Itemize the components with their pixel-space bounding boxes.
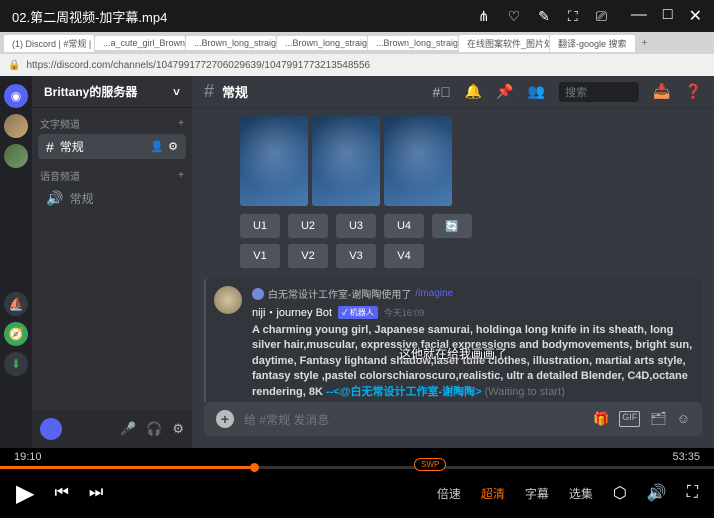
hash-icon: # xyxy=(204,81,214,102)
upscale-button[interactable]: U2 xyxy=(288,214,328,238)
progress-bar[interactable]: SWP xyxy=(0,466,714,469)
lock-icon: 🔒 xyxy=(8,60,20,71)
pinned-icon[interactable]: 📌 xyxy=(496,83,513,100)
input-placeholder: 给 #常规 发消息 xyxy=(244,411,583,428)
notifications-icon[interactable]: 🔔 xyxy=(465,83,482,100)
bot-tag: ✓ 机器人 xyxy=(338,306,378,319)
note-icon[interactable]: ✎ xyxy=(538,8,550,25)
upscale-button[interactable]: U4 xyxy=(384,214,424,238)
message-author[interactable]: niji・journey Bot xyxy=(252,304,332,320)
variation-button[interactable]: V2 xyxy=(288,244,328,268)
chevron-down-icon: ˅ xyxy=(173,85,180,99)
user-settings-icon[interactable]: ⚙ xyxy=(172,421,184,437)
message-time: 今天16:09 xyxy=(384,306,425,319)
browser-tab[interactable]: 翻译-google 搜索 xyxy=(550,35,635,52)
browser-tab[interactable]: ...Brown_long_straight_hair_mo... xyxy=(186,36,276,50)
emoji-icon[interactable]: ☺ xyxy=(677,411,690,427)
channel-item[interactable]: 🔊 常规 xyxy=(38,186,186,211)
address-url[interactable]: https://discord.com/channels/10479917727… xyxy=(26,60,706,71)
variation-button[interactable]: V1 xyxy=(240,244,280,268)
swp-badge: SWP xyxy=(414,458,446,471)
bot-avatar[interactable] xyxy=(214,286,242,314)
settings-icon[interactable]: ⬡ xyxy=(613,483,627,503)
generated-image xyxy=(240,116,308,206)
threads-icon[interactable]: #⃣ xyxy=(433,84,451,100)
speed-button[interactable]: 倍速 xyxy=(437,485,461,502)
guild-list: ◉ 的服务器 的服务 ⛵ 🧭 ⬇ xyxy=(0,76,32,448)
window-title: 02.第二周视频-加字幕.mp4 xyxy=(12,7,478,26)
browser-tab[interactable]: ...Brown_long_straight_hair_mo... xyxy=(368,36,458,50)
settings-icon[interactable]: ⚙ xyxy=(168,140,178,153)
share-icon[interactable]: ⋔ xyxy=(478,8,490,25)
sticker-icon[interactable]: 🗂 xyxy=(650,411,667,427)
episodes-button[interactable]: 选集 xyxy=(569,485,593,502)
explore-icon[interactable]: 🧭 xyxy=(4,322,28,346)
prev-button[interactable]: ⏮ xyxy=(54,484,68,502)
hash-icon: # xyxy=(46,139,54,155)
fullscreen-icon[interactable]: ⛶ xyxy=(687,484,698,502)
message-input[interactable]: + 给 #常规 发消息 🎁 GIF 🗂 ☺ xyxy=(204,402,702,436)
discord-home-icon[interactable]: ◉ xyxy=(4,84,28,108)
minimize-icon[interactable]: — xyxy=(631,6,647,26)
total-time: 53:35 xyxy=(672,451,700,463)
reply-avatar-icon xyxy=(252,288,264,300)
quality-button[interactable]: 超清 xyxy=(481,485,505,502)
current-time: 19:10 xyxy=(14,451,42,463)
gif-icon[interactable]: GIF xyxy=(619,411,640,427)
close-icon[interactable]: ✕ xyxy=(689,6,702,26)
heart-icon[interactable]: ♡ xyxy=(508,8,521,25)
variation-button[interactable]: V4 xyxy=(384,244,424,268)
channel-category[interactable]: 文字频道+ xyxy=(32,108,192,133)
browser-tabs: (1) Discord | #常规 | Brittany的... ...a_cu… xyxy=(0,32,714,54)
add-channel-icon[interactable]: + xyxy=(178,170,184,181)
add-channel-icon[interactable]: + xyxy=(178,118,184,129)
server-name: Brittany的服务器 xyxy=(44,83,137,100)
guild-icon[interactable] xyxy=(4,144,28,168)
gift-icon[interactable]: 🎁 xyxy=(593,411,609,427)
generated-image xyxy=(312,116,380,206)
members-icon[interactable]: 👥 xyxy=(528,83,545,100)
download-icon[interactable]: ⬇ xyxy=(4,352,28,376)
variation-button[interactable]: V3 xyxy=(336,244,376,268)
browser-tab[interactable]: ...Brown_long_straight_hair_mo... xyxy=(277,36,367,50)
attach-icon[interactable]: + xyxy=(216,410,234,428)
browser-tab[interactable]: ...a_cute_girl_Brown_long_strai... xyxy=(95,36,185,50)
browser-tab[interactable]: 在线图案软件_图片处理平台 | ... xyxy=(459,35,549,52)
channel-category[interactable]: 语音频道+ xyxy=(32,160,192,185)
reply-reference[interactable]: 白无常设计工作室-谢陶陶使用了 /imagine xyxy=(252,286,694,301)
channel-item[interactable]: # 常规 👤⚙ xyxy=(38,134,186,159)
guild-icon[interactable]: ⛵ xyxy=(4,292,28,316)
channel-name: 常规 xyxy=(222,82,425,101)
upscale-button[interactable]: U3 xyxy=(336,214,376,238)
mute-icon[interactable]: 🎤 xyxy=(120,421,136,437)
inbox-icon[interactable]: 📥 xyxy=(653,83,670,100)
guild-icon[interactable] xyxy=(4,114,28,138)
play-button[interactable]: ▶ xyxy=(16,479,34,508)
generated-image xyxy=(384,116,452,206)
upscale-button[interactable]: U1 xyxy=(240,214,280,238)
maximize-icon[interactable]: □ xyxy=(663,6,673,26)
deafen-icon[interactable]: 🎧 xyxy=(146,421,162,437)
cast-icon[interactable]: ⎚ xyxy=(596,8,607,25)
new-tab-button[interactable]: + xyxy=(636,38,654,49)
reroll-button[interactable]: 🔄 xyxy=(432,214,472,238)
user-avatar[interactable] xyxy=(40,418,62,440)
search-input[interactable]: 搜索 xyxy=(559,82,639,102)
help-icon[interactable]: ❓ xyxy=(685,83,702,100)
subtitle-overlay: 这他就在给我画画了 xyxy=(399,345,507,362)
next-button[interactable]: ⏭ xyxy=(89,484,103,502)
expand-icon[interactable]: ⛶ xyxy=(568,8,578,25)
user-panel: 🎤 🎧 ⚙ xyxy=(32,410,192,448)
browser-tab[interactable]: (1) Discord | #常规 | Brittany的... xyxy=(4,35,94,52)
message: 白无常设计工作室-谢陶陶使用了 /imagine niji・journey Bo… xyxy=(204,278,702,402)
volume-icon[interactable]: 🔊 xyxy=(647,483,667,503)
speaker-icon: 🔊 xyxy=(46,190,63,207)
subtitle-button[interactable]: 字幕 xyxy=(525,485,549,502)
image-grid[interactable] xyxy=(240,116,702,206)
invite-icon[interactable]: 👤 xyxy=(150,140,164,153)
server-header[interactable]: Brittany的服务器 ˅ xyxy=(32,76,192,108)
